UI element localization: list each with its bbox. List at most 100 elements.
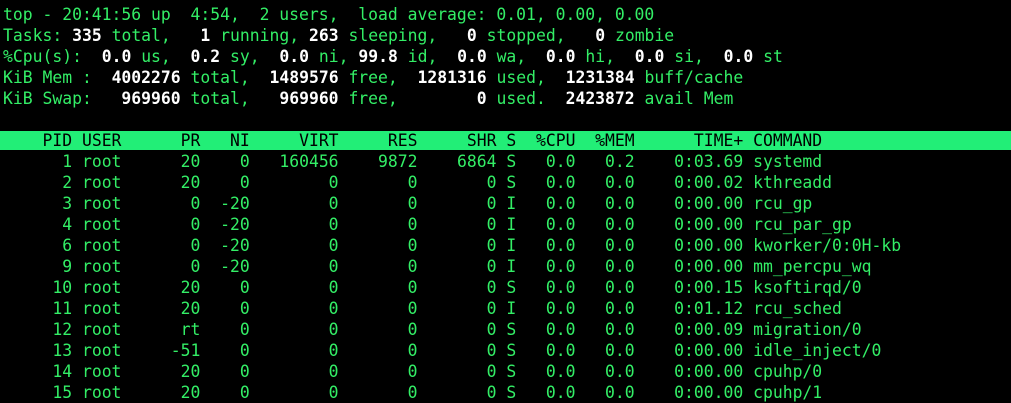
uptime-line: top - 20:41:56 up 4:54, 2 users, load av… bbox=[3, 5, 655, 24]
process-mem: 0.0 bbox=[585, 215, 635, 234]
cpu-ni-label: ni, bbox=[318, 47, 349, 66]
tasks-sleeping-label: sleeping, bbox=[348, 26, 438, 45]
process-res: 0 bbox=[348, 383, 418, 402]
process-res: 0 bbox=[348, 257, 418, 276]
cpu-sy-label: sy, bbox=[230, 47, 260, 66]
process-pr: 20 bbox=[170, 362, 201, 381]
process-res: 0 bbox=[348, 278, 418, 297]
process-user: root bbox=[81, 257, 171, 276]
process-row[interactable]: 2 root 20 0 0 0 0 S 0.0 0.0 0:00.02 kthr… bbox=[3, 172, 1011, 193]
process-user: root bbox=[81, 299, 171, 318]
process-virt: 0 bbox=[259, 278, 339, 297]
process-state: I bbox=[506, 215, 517, 234]
process-shr: 0 bbox=[427, 320, 497, 339]
process-virt: 0 bbox=[259, 194, 339, 213]
process-time: 0:00.00 bbox=[644, 236, 744, 255]
process-virt: 0 bbox=[259, 257, 339, 276]
process-time: 0:00.00 bbox=[644, 257, 744, 276]
mem-line: KiB Mem : 4002276 total, 1489576 free, 1… bbox=[3, 67, 1011, 88]
process-ni: -20 bbox=[210, 215, 250, 234]
process-row[interactable]: 10 root 20 0 0 0 0 S 0.0 0.0 0:00.15 kso… bbox=[3, 277, 1011, 298]
process-time: 0:00.02 bbox=[644, 173, 744, 192]
process-shr: 0 bbox=[427, 278, 497, 297]
process-pr: 0 bbox=[170, 215, 201, 234]
cpu-line: %Cpu(s): 0.0 us, 0.2 sy, 0.0 ni, 99.8 id… bbox=[3, 46, 1011, 67]
process-shr: 0 bbox=[427, 383, 497, 402]
process-virt: 0 bbox=[259, 236, 339, 255]
process-cpu: 0.0 bbox=[526, 236, 576, 255]
column-header-ni: NI bbox=[210, 131, 250, 150]
process-time: 0:00.15 bbox=[644, 278, 744, 297]
column-header-shr: SHR bbox=[427, 131, 497, 150]
swap-free-label: free, bbox=[348, 89, 398, 108]
cpu-label: %Cpu(s): bbox=[3, 47, 82, 66]
process-res: 0 bbox=[348, 173, 418, 192]
mem-total-label: total, bbox=[190, 68, 250, 87]
process-pr: -51 bbox=[170, 341, 201, 360]
process-row[interactable]: 11 root 20 0 0 0 0 I 0.0 0.0 0:01.12 rcu… bbox=[3, 298, 1011, 319]
process-shr: 0 bbox=[427, 194, 497, 213]
tasks-sleeping: 263 bbox=[308, 26, 339, 45]
cpu-id-label: id, bbox=[407, 47, 438, 66]
terminal-window[interactable]: top - 20:41:56 up 4:54, 2 users, load av… bbox=[0, 0, 1011, 403]
mem-buff-label: buff/cache bbox=[644, 68, 744, 87]
mem-free: 1489576 bbox=[269, 68, 339, 87]
process-virt: 0 bbox=[259, 383, 339, 402]
cpu-si-label: si, bbox=[674, 47, 704, 66]
process-row[interactable]: 13 root -51 0 0 0 0 S 0.0 0.0 0:00.00 id… bbox=[3, 340, 1011, 361]
process-row[interactable]: 1 root 20 0 160456 9872 6864 S 0.0 0.2 0… bbox=[3, 151, 1011, 172]
tasks-total-label: total, bbox=[111, 26, 171, 45]
swap-avail-label: avail Mem bbox=[644, 89, 734, 108]
process-virt: 0 bbox=[259, 215, 339, 234]
process-pr: 20 bbox=[170, 383, 201, 402]
process-cpu: 0.0 bbox=[526, 215, 576, 234]
tasks-stopped-label: stopped, bbox=[486, 26, 566, 45]
process-virt: 160456 bbox=[259, 152, 339, 171]
tasks-stopped: 0 bbox=[466, 26, 477, 45]
process-row[interactable]: 9 root 0 -20 0 0 0 I 0.0 0.0 0:00.00 mm_… bbox=[3, 256, 1011, 277]
column-header-command: COMMAND bbox=[753, 131, 823, 150]
process-mem: 0.0 bbox=[585, 383, 635, 402]
process-shr: 0 bbox=[427, 362, 497, 381]
process-ni: 0 bbox=[210, 320, 250, 339]
column-header-pid: PID bbox=[3, 131, 73, 150]
process-pid: 9 bbox=[3, 257, 73, 276]
process-time: 0:00.09 bbox=[644, 320, 744, 339]
cpu-wa-label: wa, bbox=[496, 47, 527, 66]
process-row[interactable]: 14 root 20 0 0 0 0 S 0.0 0.0 0:00.00 cpu… bbox=[3, 361, 1011, 382]
swap-free: 969960 bbox=[279, 89, 339, 108]
swap-avail: 2423872 bbox=[565, 89, 635, 108]
process-ni: 0 bbox=[210, 299, 250, 318]
process-mem: 0.0 bbox=[585, 173, 635, 192]
process-pid: 2 bbox=[3, 173, 73, 192]
column-header-cpu: %CPU bbox=[526, 131, 576, 150]
process-row[interactable]: 6 root 0 -20 0 0 0 I 0.0 0.0 0:00.00 kwo… bbox=[3, 235, 1011, 256]
process-shr: 0 bbox=[427, 299, 497, 318]
process-cpu: 0.0 bbox=[526, 173, 576, 192]
process-command: cpuhp/0 bbox=[753, 362, 823, 381]
cpu-wa: 0.0 bbox=[457, 47, 487, 66]
process-res: 0 bbox=[348, 215, 418, 234]
process-state: S bbox=[506, 173, 517, 192]
process-state: S bbox=[506, 383, 517, 402]
process-state: S bbox=[506, 278, 517, 297]
process-row[interactable]: 3 root 0 -20 0 0 0 I 0.0 0.0 0:00.00 rcu… bbox=[3, 193, 1011, 214]
process-user: root bbox=[81, 320, 171, 339]
swap-used: 0 bbox=[476, 89, 487, 108]
process-res: 0 bbox=[348, 299, 418, 318]
tasks-running-label: running, bbox=[220, 26, 300, 45]
process-user: root bbox=[81, 194, 171, 213]
mem-buff: 1231384 bbox=[565, 68, 635, 87]
process-virt: 0 bbox=[259, 362, 339, 381]
process-mem: 0.0 bbox=[585, 362, 635, 381]
process-shr: 0 bbox=[427, 215, 497, 234]
column-header-time: TIME+ bbox=[644, 131, 744, 150]
process-mem: 0.0 bbox=[585, 257, 635, 276]
process-ni: 0 bbox=[210, 152, 250, 171]
process-row[interactable]: 15 root 20 0 0 0 0 S 0.0 0.0 0:00.00 cpu… bbox=[3, 382, 1011, 403]
tasks-total: 335 bbox=[72, 26, 102, 45]
process-row[interactable]: 12 root rt 0 0 0 0 S 0.0 0.0 0:00.09 mig… bbox=[3, 319, 1011, 340]
process-cpu: 0.0 bbox=[526, 383, 576, 402]
process-row[interactable]: 4 root 0 -20 0 0 0 I 0.0 0.0 0:00.00 rcu… bbox=[3, 214, 1011, 235]
cpu-si: 0.0 bbox=[634, 47, 665, 66]
